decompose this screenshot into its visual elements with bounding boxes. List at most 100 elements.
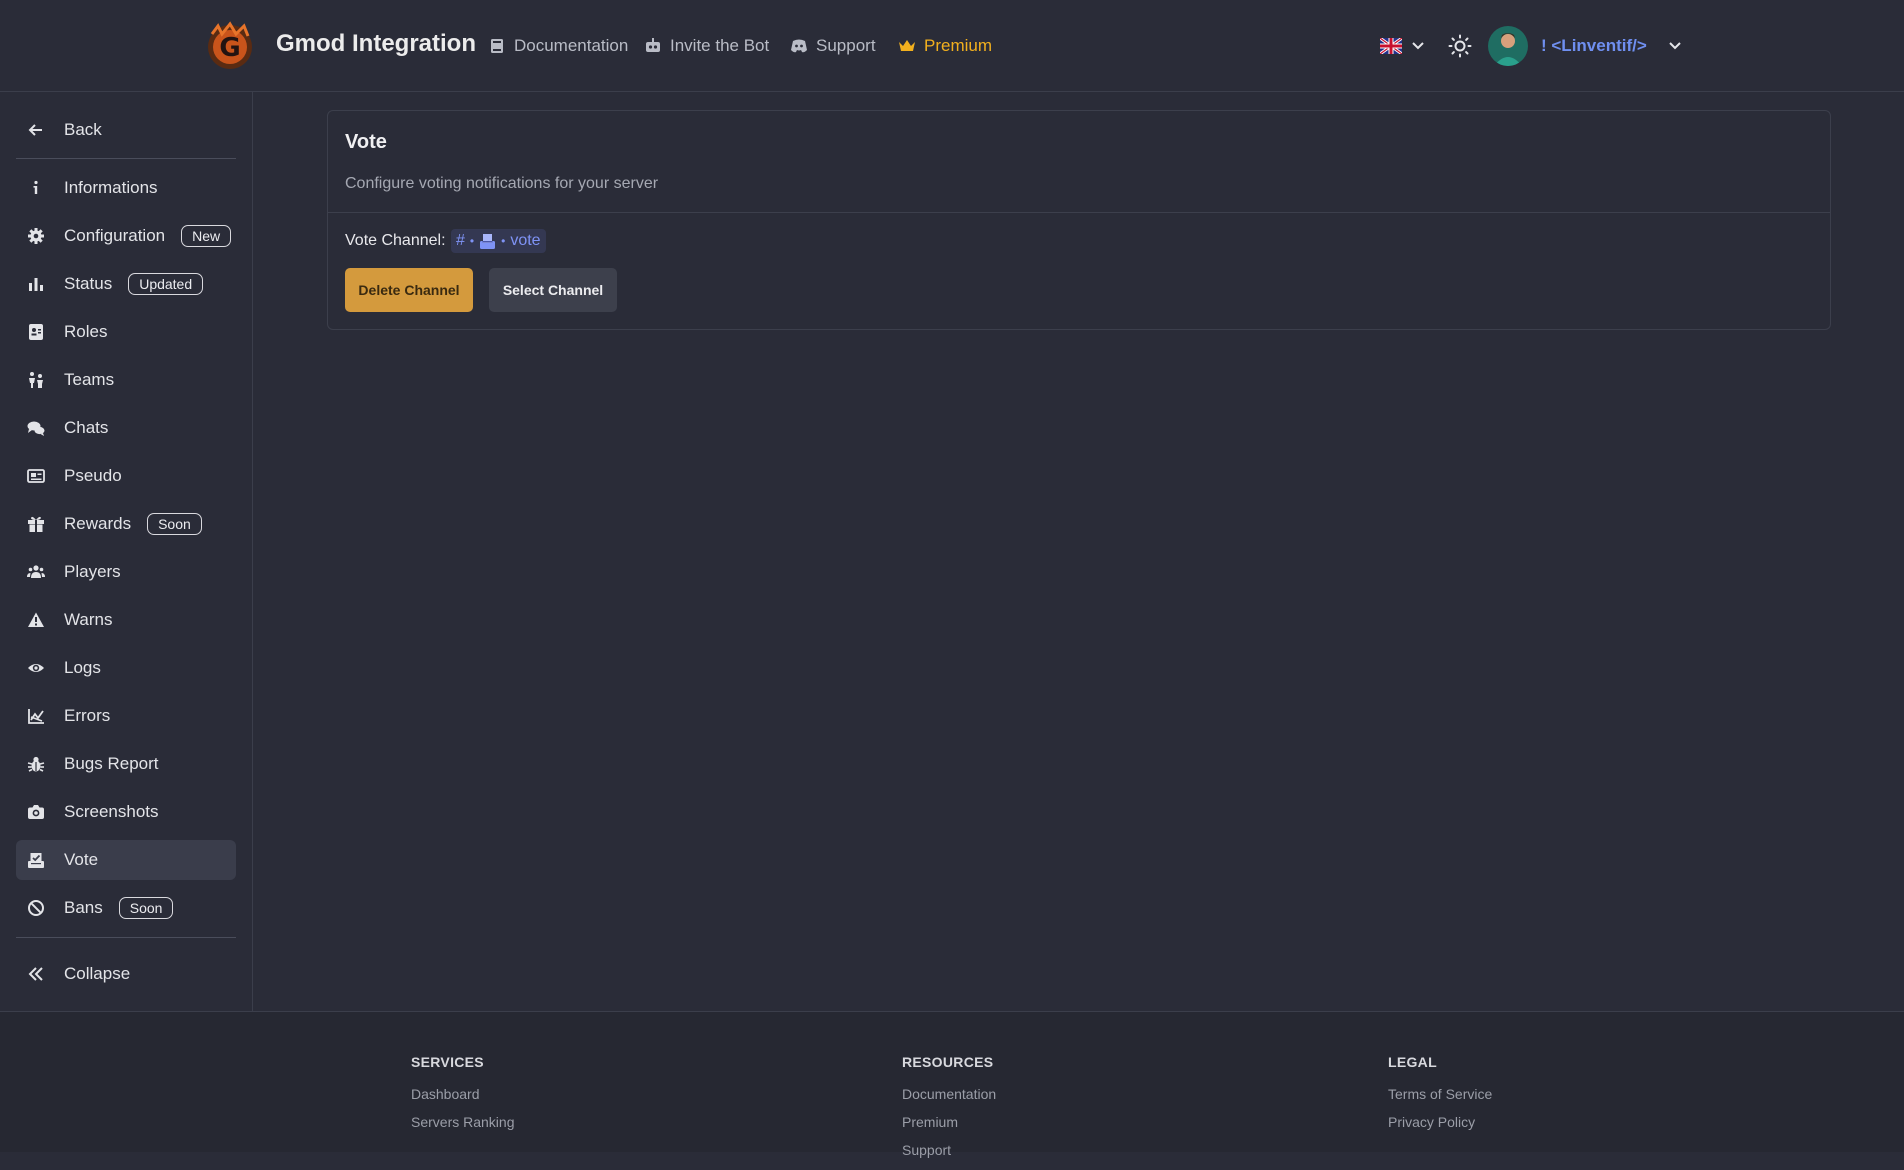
ballot-box-emoji-icon [479, 233, 496, 250]
camera-icon [27, 803, 45, 821]
footer-services-column: SERVICES Dashboard Servers Ranking [411, 1054, 515, 1142]
sidebar-item-players[interactable]: Players [16, 552, 236, 592]
info-icon [27, 179, 45, 197]
sidebar-item-status[interactable]: Status Updated [16, 264, 236, 304]
nav-documentation[interactable]: Documentation [488, 36, 628, 56]
sidebar-item-label: Chats [64, 418, 109, 437]
name-card-icon [27, 467, 45, 485]
footer-heading: SERVICES [411, 1054, 484, 1070]
theme-toggle-sun-icon[interactable] [1448, 34, 1472, 58]
sidebar-item-informations[interactable]: Informations [16, 168, 236, 208]
sidebar-item-screenshots[interactable]: Screenshots [16, 792, 236, 832]
gift-icon [27, 515, 45, 533]
bug-icon [27, 755, 45, 773]
footer-link-documentation[interactable]: Documentation [902, 1086, 996, 1102]
crown-icon [898, 37, 916, 55]
sidebar-item-pseudo[interactable]: Pseudo [16, 456, 236, 496]
robot-icon [644, 37, 662, 55]
id-card-icon [27, 323, 45, 341]
sidebar-collapse[interactable]: Collapse [16, 954, 236, 994]
footer-link-premium[interactable]: Premium [902, 1114, 996, 1130]
footer-link-support[interactable]: Support [902, 1142, 996, 1158]
sidebar-item-label: Errors [64, 706, 111, 725]
sidebar-item-label: Rewards [64, 514, 132, 533]
sidebar-divider [16, 937, 236, 938]
language-chevron-down-icon[interactable] [1410, 38, 1426, 54]
app-logo[interactable]: G [204, 20, 256, 72]
sidebar-item-label: Bugs Report [64, 754, 159, 773]
footer-resources-column: RESOURCES Documentation Premium Support [902, 1054, 996, 1170]
eye-icon [27, 659, 45, 677]
updated-badge: Updated [128, 273, 204, 295]
sidebar-item-label: Logs [64, 658, 101, 677]
ballot-icon [27, 851, 45, 869]
people-icon [27, 371, 45, 389]
sidebar-item-logs[interactable]: Logs [16, 648, 236, 688]
sidebar-item-rewards[interactable]: Rewards Soon [16, 504, 236, 544]
sidebar-item-vote[interactable]: Vote [16, 840, 236, 880]
username[interactable]: ! <Linventif/> [1541, 36, 1647, 56]
arrow-left-icon [27, 121, 45, 139]
warning-icon [27, 611, 45, 629]
sidebar-item-label: Informations [64, 178, 158, 197]
footer-link-privacy[interactable]: Privacy Policy [1388, 1114, 1492, 1130]
double-chevron-left-icon [27, 965, 45, 983]
ban-icon [27, 899, 45, 917]
nav-support[interactable]: Support [790, 36, 876, 56]
uk-flag-icon[interactable] [1380, 38, 1402, 54]
card-subtitle: Configure voting notifications for your … [345, 175, 659, 192]
nav-premium-label: Premium [924, 36, 993, 55]
channel-mention-chip[interactable]: # • • vote [451, 229, 546, 253]
book-icon [488, 37, 506, 55]
sidebar-item-bans[interactable]: Bans Soon [16, 888, 236, 928]
chat-icon [27, 419, 45, 437]
sidebar-back-label: Back [64, 120, 102, 139]
brand-name[interactable]: Gmod Integration [276, 30, 476, 58]
footer-legal-column: LEGAL Terms of Service Privacy Policy [1388, 1054, 1492, 1142]
sidebar-item-roles[interactable]: Roles [16, 312, 236, 352]
channel-hash: # [456, 232, 465, 249]
sidebar-item-label: Teams [64, 370, 115, 389]
top-navbar: G Gmod Integration Documentation Invite … [0, 0, 1904, 92]
discord-icon [790, 37, 808, 55]
footer-link-terms[interactable]: Terms of Service [1388, 1086, 1492, 1102]
sidebar-item-label: Vote [64, 850, 99, 869]
sidebar-item-teams[interactable]: Teams [16, 360, 236, 400]
sidebar-item-label: Status [64, 274, 113, 293]
user-menu-chevron-down-icon[interactable] [1667, 38, 1683, 54]
sidebar-item-label: Warns [64, 610, 113, 629]
sidebar-item-label: Players [64, 562, 121, 581]
svg-text:G: G [219, 33, 240, 63]
card-divider [328, 212, 1830, 213]
sidebar-item-label: Pseudo [64, 466, 122, 485]
sidebar-collapse-label: Collapse [64, 964, 131, 983]
soon-badge: Soon [118, 897, 174, 919]
delete-channel-button[interactable]: Delete Channel [345, 268, 473, 312]
select-channel-button[interactable]: Select Channel [489, 268, 617, 312]
new-badge: New [181, 225, 232, 247]
gear-icon [27, 227, 45, 245]
bar-chart-icon [27, 275, 45, 293]
sidebar-item-label: Screenshots [64, 802, 159, 821]
footer-link-servers-ranking[interactable]: Servers Ranking [411, 1114, 515, 1130]
channel-name: vote [510, 232, 541, 249]
sidebar-item-label: Roles [64, 322, 108, 341]
sidebar-back[interactable]: Back [16, 110, 236, 150]
nav-invite-bot[interactable]: Invite the Bot [644, 36, 769, 56]
separator-dot: • [501, 234, 506, 248]
sidebar-item-warns[interactable]: Warns [16, 600, 236, 640]
nav-documentation-label: Documentation [514, 36, 629, 55]
card-title: Vote [345, 131, 387, 153]
sidebar-item-bugs-report[interactable]: Bugs Report [16, 744, 236, 784]
nav-premium[interactable]: Premium [898, 36, 992, 56]
sidebar-divider [16, 158, 236, 159]
sidebar-item-configuration[interactable]: Configuration New [16, 216, 236, 256]
user-avatar[interactable] [1488, 26, 1528, 66]
nav-support-label: Support [816, 36, 876, 55]
sidebar-item-chats[interactable]: Chats [16, 408, 236, 448]
sidebar-item-errors[interactable]: Errors [16, 696, 236, 736]
users-icon [27, 563, 45, 581]
sidebar: Back Informations Configuration New Stat… [0, 92, 253, 1011]
sidebar-item-label: Configuration [64, 226, 166, 245]
footer-link-dashboard[interactable]: Dashboard [411, 1086, 515, 1102]
